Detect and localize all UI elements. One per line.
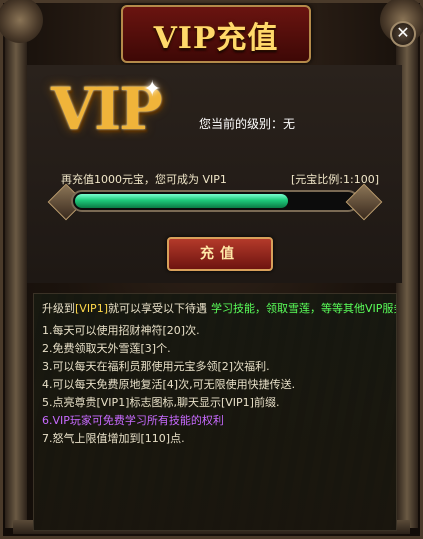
vip-services-link[interactable]: 学习技能，领取雪莲，等等其他VIP服务 bbox=[211, 302, 396, 315]
window-title: VIP充值 bbox=[153, 21, 279, 56]
benefit-item: 5.点亮尊贵[VIP1]标志图标,聊天显示[VIP1]前缀. bbox=[42, 396, 280, 409]
benefits-header-prefix: 升级到 bbox=[42, 302, 75, 315]
close-button[interactable]: ✕ bbox=[390, 21, 416, 47]
benefit-item: 6.VIP玩家可免费学习所有技能的权利 bbox=[42, 414, 224, 427]
recharge-button[interactable]: 充值 bbox=[167, 237, 273, 271]
current-level-text: 您当前的级别：无 bbox=[199, 117, 296, 131]
vip-recharge-window: VIP充值 ✕ VIP ✦ 您当前的级别：无 再充值1000元宝，您可成为 VI… bbox=[0, 0, 423, 539]
progress-track bbox=[71, 190, 359, 212]
benefits-header-vip: [VIP1] bbox=[75, 302, 108, 315]
benefit-item: 3.可以每天在福利员那使用元宝多领[2]次福利. bbox=[42, 360, 270, 373]
benefit-item: 1.每天可以使用招财神符[20]次. bbox=[42, 324, 200, 337]
bar-cap-right-icon bbox=[345, 183, 383, 221]
title-plate: VIP充值 bbox=[121, 5, 311, 63]
corner-ornament-icon bbox=[0, 0, 43, 43]
benefits-header-suffix: 就可以享受以下待遇 bbox=[107, 302, 207, 315]
progress-fill bbox=[75, 194, 288, 208]
sparkle-icon: ✦ bbox=[143, 77, 162, 102]
vip-progress-bar bbox=[47, 183, 383, 221]
vip-benefits-panel: 升级到[VIP1]就可以享受以下待遇 学习技能，领取雪莲，等等其他VIP服务 1.… bbox=[33, 293, 397, 531]
benefit-item: 2.免费领取天外雪莲[3]个. bbox=[42, 342, 171, 355]
recharge-hint-text: 再充值1000元宝，您可成为 VIP1 bbox=[61, 173, 227, 186]
left-frame-border bbox=[5, 33, 27, 528]
benefit-item: 4.可以每天免费原地复活[4]次,可无限使用快捷传送. bbox=[42, 378, 296, 391]
benefit-item: 7.怒气上限值增加到[110]点. bbox=[42, 432, 185, 445]
benefits-header: 升级到[VIP1]就可以享受以下待遇 学习技能，领取雪莲，等等其他VIP服务 bbox=[42, 300, 396, 316]
